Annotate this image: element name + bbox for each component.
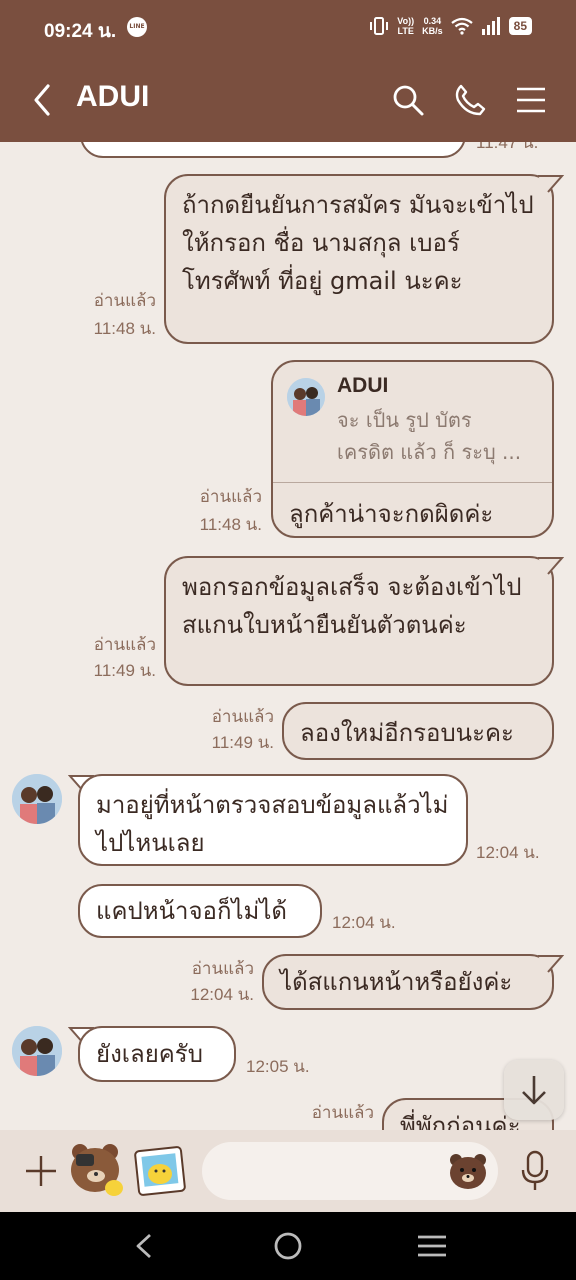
signal-icon bbox=[481, 17, 500, 35]
message-bubble[interactable]: ลองใหม่อีกรอบนะคะ bbox=[282, 702, 554, 760]
line-notification-icon: LINE bbox=[127, 17, 147, 37]
read-receipt: อ่านแล้ว bbox=[191, 959, 254, 978]
read-receipt: อ่านแล้ว bbox=[199, 487, 262, 506]
network-speed: 0.34 KB/s bbox=[422, 16, 443, 36]
message-bubble[interactable]: ถ้ากดยืนยันการสมัคร มันจะเข้าไปให้กรอก ช… bbox=[164, 174, 554, 344]
message-bubble[interactable]: มาอยู่ที่หน้าตรวจสอบข้อมูลแล้วไม่ไปไหนเล… bbox=[78, 774, 468, 866]
system-navigation-bar bbox=[0, 1212, 576, 1280]
wifi-icon bbox=[450, 17, 473, 35]
battery-indicator: 85 bbox=[508, 17, 532, 35]
bubble-tail bbox=[538, 955, 564, 973]
chat-messages[interactable]: 11:47 น. อ่านแล้ว 11:48 น. ถ้ากดยืนยันกา… bbox=[0, 142, 576, 1130]
nav-home-icon[interactable] bbox=[272, 1230, 304, 1262]
message-bubble[interactable]: แคปหน้าจอก็ไม่ได้ bbox=[78, 884, 322, 938]
sender-avatar[interactable] bbox=[12, 1026, 62, 1076]
search-icon[interactable] bbox=[390, 82, 426, 118]
quoted-text: จะ เป็น รูป บัตร เครดิต แล้ว ก็ ระบุ ... bbox=[337, 408, 522, 464]
message-time: 12:05 น. bbox=[246, 1057, 310, 1076]
status-time: 09:24 น. bbox=[44, 21, 117, 42]
bubble-tail bbox=[538, 557, 564, 575]
status-indicators: Vo)) LTE 0.34 KB/s 85 bbox=[369, 16, 532, 36]
chat-title[interactable]: ADUI bbox=[76, 80, 149, 114]
sticker-brown-bear-icon[interactable] bbox=[66, 1140, 128, 1200]
back-arrow-icon[interactable] bbox=[28, 80, 58, 120]
sender-avatar[interactable] bbox=[12, 774, 62, 824]
message-time: 11:48 น. bbox=[199, 515, 262, 534]
scroll-to-bottom-button[interactable] bbox=[504, 1060, 564, 1120]
menu-icon[interactable] bbox=[513, 82, 549, 118]
phone-icon[interactable] bbox=[452, 82, 488, 118]
message-time: 12:04 น. bbox=[332, 913, 396, 932]
vibrate-icon bbox=[370, 17, 389, 35]
message-bubble[interactable] bbox=[80, 142, 466, 158]
message-time: 11:47 น. bbox=[476, 142, 539, 152]
message-time: 12:04 น. bbox=[476, 843, 540, 862]
bubble-tail bbox=[538, 175, 564, 193]
message-input-bar bbox=[0, 1130, 576, 1212]
message-bubble[interactable]: ได้สแกนหน้าหรือยังค่ะ bbox=[262, 954, 554, 1010]
nav-recents-icon[interactable] bbox=[416, 1232, 448, 1260]
message-bubble[interactable]: ยังเลยครับ bbox=[78, 1026, 236, 1082]
chat-header: ADUI bbox=[0, 58, 576, 142]
volte-indicator: Vo)) LTE bbox=[397, 16, 415, 36]
message-bubble[interactable]: พอกรอกข้อมูลเสร็จ จะต้องเข้าไปสแกนใบหน้า… bbox=[164, 556, 554, 686]
sticker-sally-icon[interactable] bbox=[134, 1146, 186, 1196]
read-receipt: อ่านแล้ว bbox=[93, 291, 156, 310]
quoted-sender: ADUI bbox=[337, 374, 389, 397]
microphone-icon[interactable] bbox=[518, 1150, 552, 1192]
quoted-user-avatar bbox=[287, 378, 325, 416]
nav-back-icon[interactable] bbox=[130, 1232, 158, 1260]
message-input[interactable] bbox=[202, 1142, 498, 1200]
arrow-down-icon bbox=[522, 1076, 546, 1105]
read-receipt: อ่านแล้ว bbox=[311, 1103, 374, 1122]
message-time: 11:49 น. bbox=[93, 661, 156, 680]
quote-divider bbox=[273, 482, 552, 483]
read-receipt: อ่านแล้ว bbox=[93, 635, 156, 654]
read-receipt: อ่านแล้ว bbox=[211, 707, 274, 726]
message-time: 11:49 น. bbox=[211, 733, 274, 752]
emoji-sticker-icon[interactable] bbox=[448, 1152, 488, 1190]
message-time: 11:48 น. bbox=[93, 319, 156, 338]
reply-text: ลูกค้าน่าจะกดผิดค่ะ bbox=[289, 500, 494, 528]
message-time: 12:04 น. bbox=[190, 985, 254, 1004]
status-bar: 09:24 น. LINE Vo)) LTE 0.34 KB/s 85 bbox=[0, 0, 576, 58]
plus-icon[interactable] bbox=[24, 1154, 58, 1188]
reply-bubble[interactable]: ADUI จะ เป็น รูป บัตร เครดิต แล้ว ก็ ระบ… bbox=[271, 360, 554, 538]
